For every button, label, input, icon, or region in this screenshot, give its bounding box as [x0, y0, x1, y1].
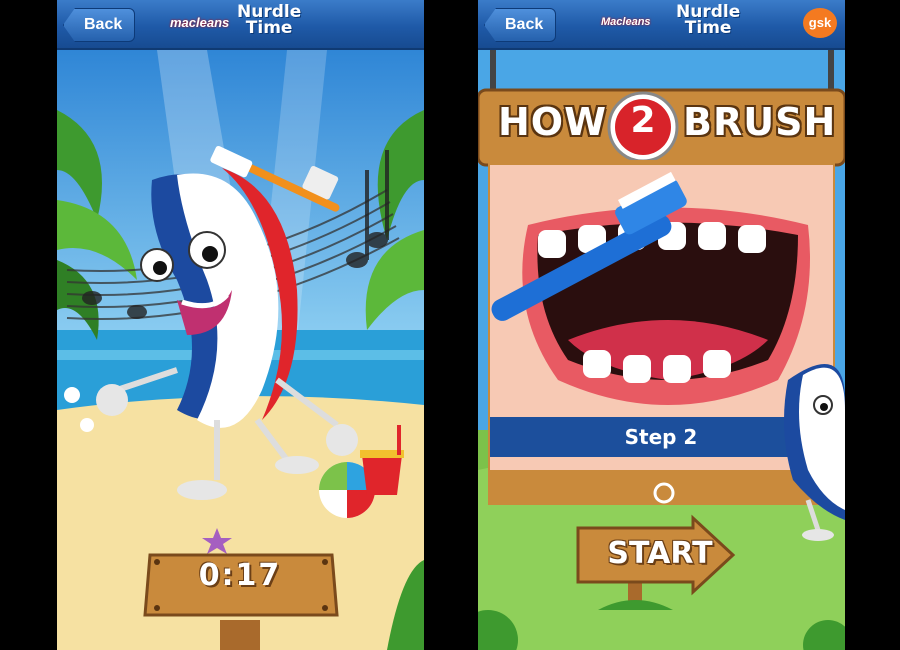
heading-brush: BRUSH [683, 100, 837, 144]
right-navbar: Back Macleans Nurdle Time gsk [478, 0, 845, 50]
macleans-logo: Macleans [601, 16, 651, 28]
left-navbar: Back macleans Nurdle Time [57, 0, 424, 50]
back-button[interactable]: Back [63, 8, 136, 42]
start-label: START [607, 536, 713, 571]
app-title-line2: Time [245, 18, 293, 38]
gsk-logo: gsk [803, 8, 837, 38]
chain-left-icon [490, 50, 496, 95]
app-title-line2: Time [684, 18, 732, 38]
left-screen: Back macleans Nurdle Time 0:17 [57, 0, 424, 650]
heading-how: HOW [498, 100, 608, 144]
macleans-logo: macleans [170, 15, 230, 30]
back-button[interactable]: Back [484, 8, 557, 42]
app-title: Nurdle Time [237, 4, 301, 38]
chain-right-icon [828, 50, 834, 95]
app-title: Nurdle Time [676, 4, 740, 38]
right-screen: Back Macleans Nurdle Time gsk HOW 2 BRUS… [478, 0, 845, 650]
step-label: Step 2 [624, 425, 698, 449]
heading-number: 2 [630, 100, 656, 141]
timer-display: 0:17 [198, 558, 282, 593]
